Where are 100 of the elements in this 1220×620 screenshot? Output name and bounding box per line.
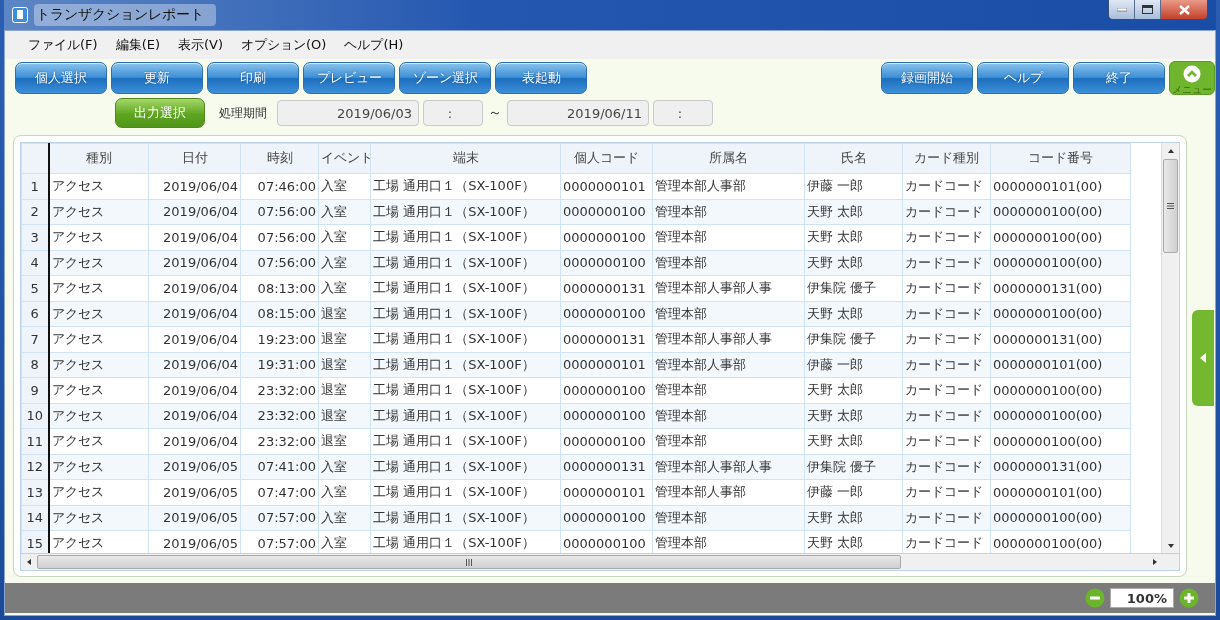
table-cell: 天野 太郎 (804, 377, 903, 403)
table-cell: 0000000100(00) (990, 505, 1131, 531)
toolbar-button[interactable]: ゾーン選択 (399, 62, 491, 94)
table-cell: アクセス (48, 454, 149, 480)
table-cell: 伊藤 一郎 (804, 173, 903, 199)
toolbar-button[interactable]: 終了 (1073, 62, 1165, 94)
column-header[interactable]: 個人コード (560, 143, 653, 174)
row-number: 9 (21, 377, 49, 403)
table-cell: 伊集院 優子 (804, 326, 903, 352)
table-cell: アクセス (48, 275, 149, 301)
toolbar-button[interactable]: 表起動 (495, 62, 587, 94)
table-cell: アクセス (48, 428, 149, 454)
table-cell: 07:47:00 (240, 479, 319, 505)
time-field[interactable]: : (423, 100, 483, 126)
column-header[interactable]: 所属名 (652, 143, 805, 174)
table-cell: 退室 (318, 326, 371, 352)
table-cell: カードコード (902, 428, 991, 454)
table-cell: 07:56:00 (240, 250, 319, 276)
toolbar-button[interactable]: ヘルプ (977, 62, 1069, 94)
table-cell: カードコード (902, 173, 991, 199)
row-number: 1 (21, 173, 49, 199)
table-cell: 0000000101(00) (990, 479, 1131, 505)
menu-item[interactable]: 表示(V) (169, 34, 233, 56)
date-field[interactable]: 2019/06/11 (507, 100, 649, 126)
column-header[interactable]: 日付 (148, 143, 241, 174)
column-header[interactable]: 時刻 (240, 143, 319, 174)
table-cell: 管理本部人事部 (652, 352, 805, 378)
table-cell: カードコード (902, 326, 991, 352)
table-cell: 07:41:00 (240, 454, 319, 480)
table-cell: 天野 太郎 (804, 199, 903, 225)
table-cell: 2019/06/05 (148, 479, 241, 505)
zoom-field[interactable]: 100% (1110, 588, 1174, 608)
row-number: 2 (21, 199, 49, 225)
table-cell: 管理本部 (652, 428, 805, 454)
table-cell: 07:56:00 (240, 224, 319, 250)
table-cell: 0000000101 (560, 479, 653, 505)
table-cell: 0000000100(00) (990, 224, 1131, 250)
row-number: 11 (21, 428, 49, 454)
table-cell: 08:15:00 (240, 301, 319, 327)
table-cell: 伊藤 一郎 (804, 479, 903, 505)
row-number: 5 (21, 275, 49, 301)
table-cell: 管理本部 (652, 505, 805, 531)
column-header[interactable]: カード種別 (902, 143, 991, 174)
table-cell: 伊集院 優子 (804, 275, 903, 301)
table-cell: 0000000100 (560, 377, 653, 403)
table-cell: 工場 通用口１（SX-100F） (370, 479, 561, 505)
toolbar-button[interactable]: 更新 (111, 62, 203, 94)
table-cell: 19:31:00 (240, 352, 319, 378)
column-header[interactable]: 種別 (48, 143, 149, 174)
column-header[interactable]: イベント (318, 143, 371, 174)
table-cell: カードコード (902, 454, 991, 480)
toolbar-button[interactable]: 録画開始 (881, 62, 973, 94)
row-number: 15 (21, 530, 49, 553)
table-cell: カードコード (902, 275, 991, 301)
table-cell: 23:32:00 (240, 377, 319, 403)
toolbar-button[interactable]: 個人選択 (15, 62, 107, 94)
column-header[interactable]: 端末 (370, 143, 561, 174)
menu-item[interactable]: ヘルプ(H) (335, 34, 413, 56)
window-title: トランザクションレポート (34, 4, 216, 26)
column-header[interactable]: コード番号 (990, 143, 1131, 174)
table-cell: 0000000100 (560, 301, 653, 327)
period-label: 処理期間 (219, 104, 267, 122)
table-cell: 0000000131(00) (990, 454, 1131, 480)
menu-item[interactable]: オプション(O) (232, 34, 336, 56)
table-cell: 管理本部 (652, 377, 805, 403)
table-cell: 工場 通用口１（SX-100F） (370, 505, 561, 531)
table-cell: アクセス (48, 326, 149, 352)
table-cell: 工場 通用口１（SX-100F） (370, 428, 561, 454)
table-cell: 0000000131(00) (990, 275, 1131, 301)
table-cell: 0000000131 (560, 454, 653, 480)
table-cell: 2019/06/04 (148, 428, 241, 454)
row-number: 14 (21, 505, 49, 531)
table-cell: 0000000101 (560, 173, 653, 199)
table-cell: カードコード (902, 301, 991, 327)
table-cell: 管理本部 (652, 199, 805, 225)
range-separator: ～ (488, 104, 502, 122)
table-cell: 管理本部人事部人事 (652, 454, 805, 480)
toolbar-button[interactable]: 印刷 (207, 62, 299, 94)
table-cell: 23:32:00 (240, 428, 319, 454)
table-cell: 工場 通用口１（SX-100F） (370, 224, 561, 250)
row-number: 7 (21, 326, 49, 352)
column-header[interactable]: 氏名 (804, 143, 903, 174)
date-field[interactable]: 2019/06/03 (277, 100, 419, 126)
table-cell: 2019/06/04 (148, 224, 241, 250)
table-cell: カードコード (902, 403, 991, 429)
table-cell: カードコード (902, 224, 991, 250)
menu-item[interactable]: 編集(E) (106, 34, 169, 56)
menu-item[interactable]: ファイル(F) (19, 34, 107, 56)
table-cell: アクセス (48, 479, 149, 505)
table-cell: 0000000101(00) (990, 173, 1131, 199)
table-cell: 0000000100 (560, 199, 653, 225)
table-cell: 0000000100 (560, 505, 653, 531)
row-number: 4 (21, 250, 49, 276)
time-field[interactable]: : (653, 100, 713, 126)
table-cell: 2019/06/04 (148, 199, 241, 225)
table-cell: 入室 (318, 224, 371, 250)
table-cell: 2019/06/05 (148, 454, 241, 480)
table-cell: アクセス (48, 250, 149, 276)
table-cell: 0000000100(00) (990, 377, 1131, 403)
table-cell: アクセス (48, 173, 149, 199)
